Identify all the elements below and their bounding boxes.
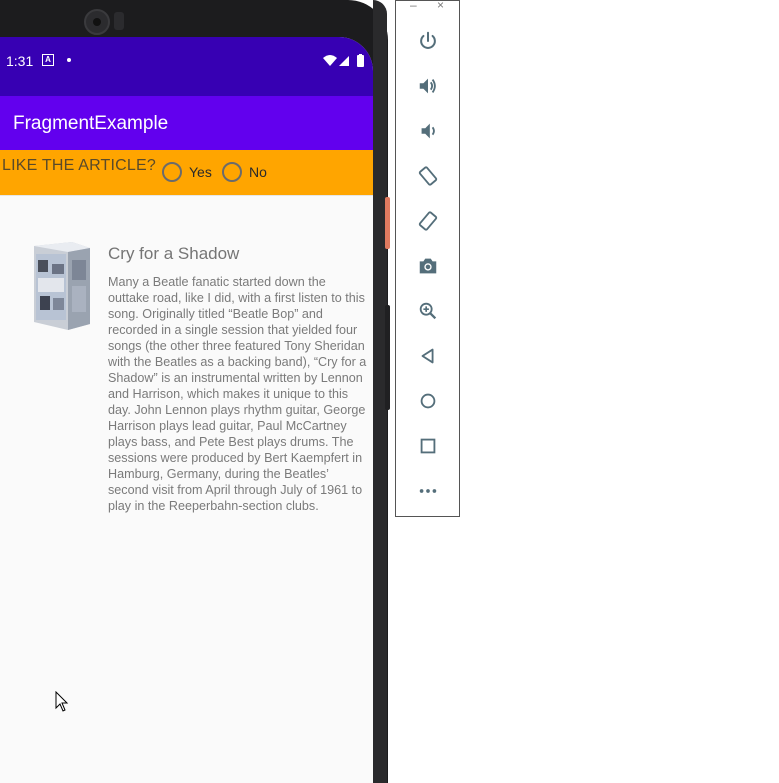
divider: [0, 195, 373, 196]
battery-icon: [357, 55, 364, 67]
volume-up-button[interactable]: [413, 71, 443, 101]
notification-dot-icon: [67, 58, 71, 62]
back-button[interactable]: [413, 341, 443, 371]
album-cover-image: [34, 242, 90, 330]
camera-icon: [419, 258, 437, 274]
wifi-icon: [323, 55, 337, 66]
more-icon: [419, 489, 437, 493]
mouse-cursor-icon: [55, 691, 69, 712]
power-side-button: [385, 197, 390, 249]
home-button[interactable]: [413, 386, 443, 416]
front-camera: [84, 9, 110, 35]
phone-screen: 1:31 A FragmentExample LIKE THE ARTICLE?…: [0, 37, 373, 783]
zoom-icon: [419, 302, 437, 320]
volume-down-button[interactable]: [413, 116, 443, 146]
notification-a-icon: A: [42, 54, 54, 66]
rotate-right-icon: [418, 211, 438, 231]
volume-down-icon: [421, 123, 435, 139]
article-title: Cry for a Shadow: [108, 244, 240, 263]
article-body: Many a Beatle fanatic started down the o…: [108, 275, 367, 513]
radio-yes[interactable]: Yes: [162, 162, 212, 182]
radio-yes-label: Yes: [189, 164, 212, 180]
status-bar: 1:31 A: [0, 37, 373, 96]
home-icon: [420, 393, 436, 409]
close-button[interactable]: ×: [437, 0, 444, 12]
minimize-button[interactable]: –: [410, 0, 417, 12]
volume-side-button: [385, 305, 390, 410]
overview-button[interactable]: [413, 431, 443, 461]
emulator-toolbar: – ×: [395, 0, 460, 517]
signal-icon: [339, 56, 349, 66]
status-time: 1:31: [6, 53, 34, 69]
volume-up-icon: [419, 78, 436, 94]
proximity-sensor: [114, 12, 124, 30]
zoom-button[interactable]: [413, 296, 443, 326]
app-toolbar: FragmentExample: [0, 96, 373, 150]
status-icons: [323, 54, 364, 67]
back-icon: [421, 348, 434, 364]
more-button[interactable]: [413, 476, 443, 506]
feedback-fragment: LIKE THE ARTICLE? Yes No: [0, 150, 373, 195]
radio-button-icon: [222, 162, 242, 182]
radio-no-label: No: [249, 164, 267, 180]
radio-no[interactable]: No: [222, 162, 267, 182]
overview-icon: [420, 438, 436, 454]
rotate-right-button[interactable]: [413, 206, 443, 236]
rotate-left-icon: [418, 166, 438, 186]
feedback-question: LIKE THE ARTICLE?: [2, 157, 156, 174]
power-icon: [420, 31, 436, 49]
screenshot-button[interactable]: [413, 251, 443, 281]
rotate-left-button[interactable]: [413, 161, 443, 191]
power-button[interactable]: [413, 26, 443, 56]
radio-button-icon: [162, 162, 182, 182]
app-title: FragmentExample: [13, 113, 169, 134]
